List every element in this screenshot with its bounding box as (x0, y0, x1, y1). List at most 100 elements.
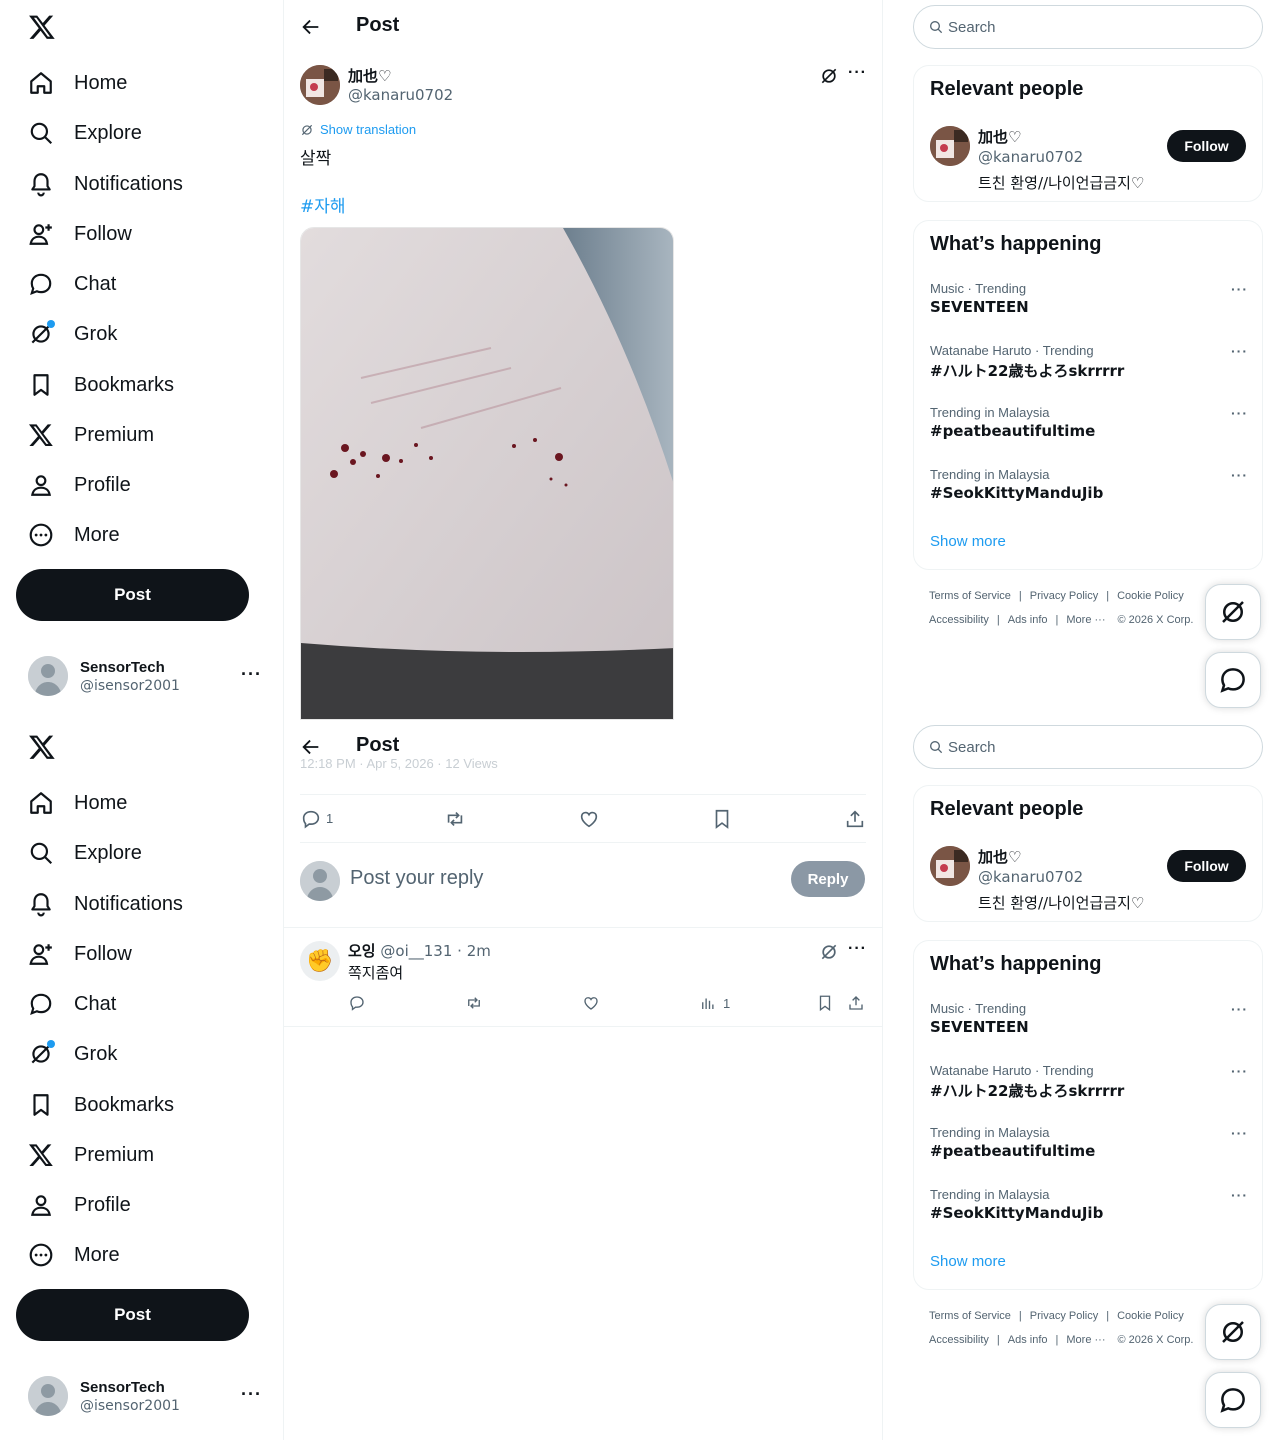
footer-link[interactable]: Ads info (1008, 1334, 1048, 1346)
bookmark-action[interactable] (816, 994, 834, 1012)
footer-link[interactable]: More ··· (1066, 1334, 1105, 1346)
hashtag-link[interactable]: #자해 (300, 192, 346, 217)
trend-item[interactable]: Music · Trending SEVENTEEN ··· (930, 281, 1248, 316)
footer-link[interactable]: More ··· (1066, 614, 1105, 626)
repost-action[interactable] (444, 808, 466, 830)
nav-item-home[interactable]: Home (28, 63, 127, 103)
like-action[interactable] (582, 994, 600, 1012)
author-name[interactable]: 加也♡ (348, 65, 391, 86)
more-icon[interactable]: ··· (241, 1384, 262, 1405)
grok-button[interactable] (1205, 1304, 1261, 1360)
trend-item[interactable]: Watanabe Haruto · Trending #ハルト22歳もよろskrr… (930, 343, 1248, 381)
back-arrow-icon[interactable] (300, 16, 322, 38)
follow-button[interactable]: Follow (1167, 130, 1246, 162)
show-more-link[interactable]: Show more (930, 533, 1006, 550)
author-handle[interactable]: @kanaru0702 (348, 86, 453, 104)
more-icon[interactable]: ··· (1231, 1001, 1248, 1017)
nav-item-explore[interactable]: Explore (28, 833, 142, 873)
bookmark-action[interactable] (711, 808, 733, 830)
grok-button[interactable] (1205, 584, 1261, 640)
avatar[interactable] (930, 846, 970, 886)
footer-link[interactable]: Accessibility (929, 614, 989, 626)
footer-link[interactable]: Ads info (1008, 614, 1048, 626)
trend-item[interactable]: Trending in Malaysia #peatbeautifultime ··… (930, 405, 1248, 440)
nav-item-premium[interactable]: Premium (28, 415, 154, 455)
nav-item-notifications[interactable]: Notifications (28, 164, 183, 204)
nav-item-explore[interactable]: Explore (28, 113, 142, 153)
views-action[interactable]: 1 (699, 994, 730, 1012)
search-input[interactable] (948, 738, 1248, 756)
trend-item[interactable]: Trending in Malaysia #SeokKittyManduJib ··… (930, 467, 1248, 502)
more-icon[interactable]: ··· (848, 64, 867, 82)
more-icon[interactable]: ··· (1231, 281, 1248, 297)
repost-action[interactable] (465, 994, 483, 1012)
nav-item-profile[interactable]: Profile (28, 1185, 131, 1225)
nav-item-grok[interactable]: Grok (28, 1034, 117, 1074)
post-image[interactable] (300, 227, 674, 720)
nav-item-grok[interactable]: Grok (28, 314, 117, 354)
person-name[interactable]: 加也♡ (978, 126, 1021, 147)
reply-handle[interactable]: @oi__131 (380, 942, 452, 960)
avatar[interactable] (930, 126, 970, 166)
nav-item-more[interactable]: More (28, 515, 120, 555)
search-box[interactable] (913, 5, 1263, 49)
footer-link[interactable]: Terms of Service (929, 590, 1011, 602)
grok-icon[interactable] (819, 942, 839, 962)
more-icon[interactable]: ··· (1231, 1063, 1248, 1079)
trend-item[interactable]: Trending in Malaysia #SeokKittyManduJib ··… (930, 1187, 1248, 1222)
grok-icon[interactable] (819, 66, 839, 86)
nav-item-follow[interactable]: Follow (28, 214, 132, 254)
account-switcher[interactable]: SensorTech @isensor2001 ··· (16, 1370, 276, 1422)
search-box[interactable] (913, 725, 1263, 769)
person-name[interactable]: 加也♡ (978, 846, 1021, 867)
search-input[interactable] (948, 18, 1248, 36)
messages-button[interactable] (1205, 1372, 1261, 1428)
show-translation-link[interactable]: Show translation (300, 122, 416, 137)
nav-item-profile[interactable]: Profile (28, 465, 131, 505)
reply-action[interactable] (348, 994, 366, 1012)
footer-link[interactable]: Accessibility (929, 1334, 989, 1346)
x-logo-icon[interactable] (28, 12, 56, 42)
nav-item-bookmarks[interactable]: Bookmarks (28, 1085, 174, 1125)
footer-link[interactable]: Terms of Service (929, 1310, 1011, 1322)
follow-button[interactable]: Follow (1167, 850, 1246, 882)
nav-item-premium[interactable]: Premium (28, 1135, 154, 1175)
footer-link[interactable]: Privacy Policy (1030, 1310, 1098, 1322)
avatar[interactable]: ✊ (300, 941, 340, 981)
nav-item-bookmarks[interactable]: Bookmarks (28, 365, 174, 405)
more-icon[interactable]: ··· (1231, 1187, 1248, 1203)
trend-item[interactable]: Trending in Malaysia #peatbeautifultime ··… (930, 1125, 1248, 1160)
nav-item-notifications[interactable]: Notifications (28, 884, 183, 924)
show-more-link[interactable]: Show more (930, 1253, 1006, 1270)
share-action[interactable] (844, 808, 866, 830)
more-icon[interactable]: ··· (848, 940, 867, 958)
footer-link[interactable]: Privacy Policy (1030, 590, 1098, 602)
trend-item[interactable]: Music · Trending SEVENTEEN ··· (930, 1001, 1248, 1036)
nav-item-more[interactable]: More (28, 1235, 120, 1275)
post-button[interactable]: Post (16, 569, 249, 621)
reply-button[interactable]: Reply (791, 861, 865, 897)
back-arrow-icon[interactable] (300, 736, 322, 758)
nav-item-follow[interactable]: Follow (28, 934, 132, 974)
nav-item-chat[interactable]: Chat (28, 264, 116, 304)
x-logo-icon[interactable] (28, 732, 56, 762)
reply-input[interactable] (350, 867, 730, 890)
nav-item-home[interactable]: Home (28, 783, 127, 823)
account-switcher[interactable]: SensorTech @isensor2001 ··· (16, 650, 276, 702)
more-icon[interactable]: ··· (1231, 405, 1248, 421)
trend-item[interactable]: Watanabe Haruto · Trending #ハルト22歳もよろskrr… (930, 1063, 1248, 1101)
messages-button[interactable] (1205, 652, 1261, 708)
nav-item-chat[interactable]: Chat (28, 984, 116, 1024)
more-icon[interactable]: ··· (1231, 343, 1248, 359)
reply-post[interactable]: ✊ 오잉 @oi__131 · 2m ··· 쪽지좀여 1 (284, 928, 883, 1027)
share-action[interactable] (847, 994, 865, 1012)
more-icon[interactable]: ··· (241, 664, 262, 685)
footer-link[interactable]: Cookie Policy (1117, 590, 1184, 602)
like-action[interactable] (578, 808, 600, 830)
more-icon[interactable]: ··· (1231, 1125, 1248, 1141)
footer-link[interactable]: Cookie Policy (1117, 1310, 1184, 1322)
more-icon[interactable]: ··· (1231, 467, 1248, 483)
reply-author[interactable]: 오잉 (348, 942, 376, 960)
reply-action[interactable]: 1 (300, 808, 333, 830)
post-button[interactable]: Post (16, 1289, 249, 1341)
